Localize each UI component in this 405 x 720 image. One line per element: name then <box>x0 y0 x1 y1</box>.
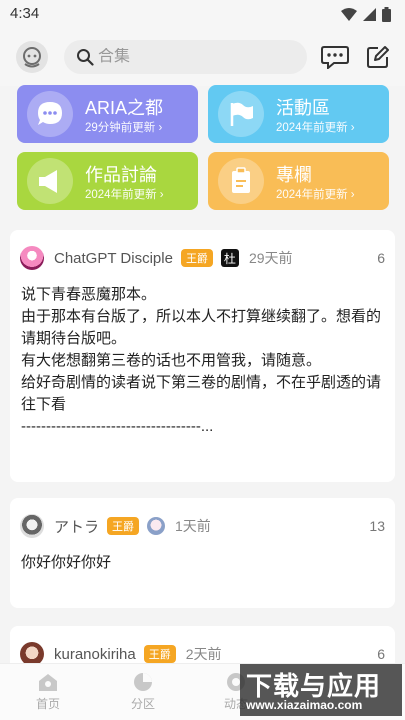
post-time: 29天前 <box>248 250 293 266</box>
category-card-aria[interactable]: ARIA之都 29分钟前更新 › <box>17 85 198 143</box>
avatar[interactable] <box>20 246 44 270</box>
post-header: アトラ 王爵 1天前 13 <box>20 513 385 539</box>
nav-label: 首页 <box>35 697 60 711</box>
category-title: 作品討論 <box>85 165 157 185</box>
post-username[interactable]: kuranokiriha <box>54 646 136 663</box>
watermark-logo: 下载与应用 www.xiazaimao.com <box>240 664 402 716</box>
category-card-works[interactable]: 作品討論 2024年前更新 › <box>17 152 198 210</box>
search-bar[interactable] <box>64 40 307 74</box>
edit-icon <box>367 46 389 68</box>
post-content: 说下青春恶魔那本。 由于那本有台版了，所以本人不打算继续翻了。想看的请期待台版吧… <box>21 286 382 435</box>
avatar-icon <box>23 47 41 68</box>
post-card[interactable]: ChatGPT Disciple 王爵 杜 29天前 6 说下青春恶魔那本。 由… <box>10 230 395 482</box>
medal-badge <box>147 517 166 535</box>
home-icon <box>39 674 57 691</box>
flag-icon <box>218 91 264 137</box>
post-time: 2天前 <box>185 646 222 662</box>
messages-button[interactable] <box>321 45 349 74</box>
chat-bubble-icon <box>27 91 73 137</box>
signal-icon <box>363 8 376 21</box>
search-icon <box>77 49 94 66</box>
category-card-column[interactable]: 專欄 2024年前更新 › <box>208 152 389 210</box>
status-time: 4:34 <box>10 5 40 22</box>
category-subtitle: 29分钟前更新 › <box>85 122 163 134</box>
reply-count: 6 <box>377 250 385 266</box>
post-username[interactable]: アトラ <box>54 516 99 537</box>
status-bar: 4:34 <box>0 0 405 28</box>
compose-button[interactable] <box>366 45 390 74</box>
post-header: ChatGPT Disciple 王爵 杜 29天前 6 <box>20 245 385 271</box>
post-time: 1天前 <box>175 518 211 534</box>
category-title: 活動區 <box>276 98 330 118</box>
avatar[interactable] <box>20 514 44 538</box>
nav-label: 分区 <box>130 697 155 711</box>
message-icon <box>321 46 349 71</box>
medal-badge: 杜 <box>220 249 239 267</box>
user-badge: 王爵 <box>107 517 140 535</box>
nav-sections[interactable]: 分区 <box>113 672 173 712</box>
search-input[interactable] <box>98 48 288 66</box>
user-badge: 王爵 <box>180 249 213 267</box>
post-username[interactable]: ChatGPT Disciple <box>54 250 173 267</box>
reply-count: 6 <box>377 646 385 662</box>
battery-icon <box>382 7 391 22</box>
watermark-url: www.xiazaimao.com <box>246 698 363 712</box>
category-subtitle: 2024年前更新 › <box>276 189 355 201</box>
post-card[interactable]: アトラ 王爵 1天前 13 你好你好你好 <box>10 498 395 608</box>
clipboard-icon <box>218 158 264 204</box>
user-avatar-button[interactable] <box>16 41 48 73</box>
category-subtitle: 2024年前更新 › <box>276 122 355 134</box>
user-badge: 王爵 <box>143 645 176 663</box>
category-card-activity[interactable]: 活動區 2024年前更新 › <box>208 85 389 143</box>
nav-home[interactable]: 首页 <box>18 672 78 712</box>
megaphone-icon <box>27 158 73 204</box>
category-subtitle: 2024年前更新 › <box>85 189 164 201</box>
post-content: 你好你好你好 <box>21 554 112 571</box>
category-title: 專欄 <box>276 165 312 185</box>
wifi-icon <box>341 8 357 21</box>
top-bar <box>0 28 405 86</box>
category-title: ARIA之都 <box>85 98 164 118</box>
pie-chart-icon <box>134 673 152 691</box>
reply-count: 13 <box>369 518 385 534</box>
